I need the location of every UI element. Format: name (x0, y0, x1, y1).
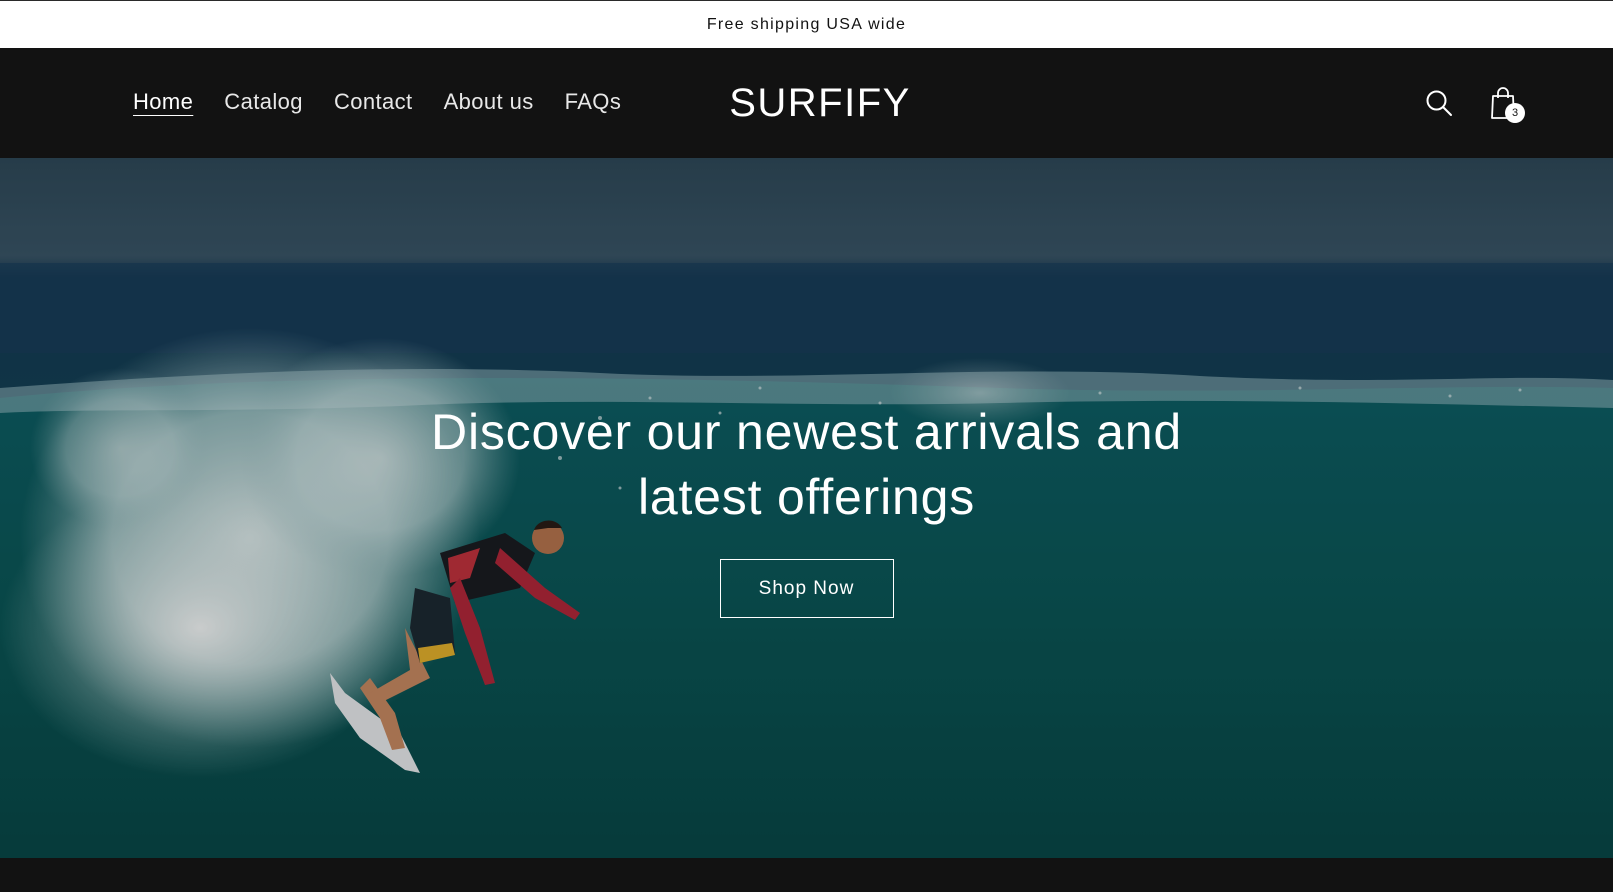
announcement-text: Free shipping USA wide (706, 15, 907, 33)
header-icons: 3 (1421, 48, 1525, 158)
page-bottom-strip (0, 858, 1613, 892)
search-icon (1426, 90, 1452, 116)
hero-title: Discover our newest arrivals and latest … (431, 404, 1182, 525)
nav-faqs[interactable]: FAQs (565, 89, 622, 117)
cart-button[interactable]: 3 (1485, 85, 1525, 123)
announcement-bar: Free shipping USA wide (0, 0, 1613, 48)
shop-now-button[interactable]: Shop Now (719, 559, 894, 618)
nav-contact[interactable]: Contact (334, 89, 413, 117)
site-header: Home Catalog Contact About us FAQs SURFI… (0, 48, 1613, 158)
nav-home[interactable]: Home (133, 89, 193, 117)
site-logo[interactable]: SURFIFY (729, 48, 911, 158)
cart-count-badge: 3 (1505, 103, 1525, 123)
hero-banner: Discover our newest arrivals and latest … (0, 158, 1613, 858)
hero-content: Discover our newest arrivals and latest … (0, 158, 1613, 858)
nav-about-us[interactable]: About us (444, 89, 534, 117)
nav-catalog[interactable]: Catalog (224, 89, 303, 117)
search-button[interactable] (1421, 85, 1457, 121)
main-nav: Home Catalog Contact About us FAQs (133, 48, 621, 158)
